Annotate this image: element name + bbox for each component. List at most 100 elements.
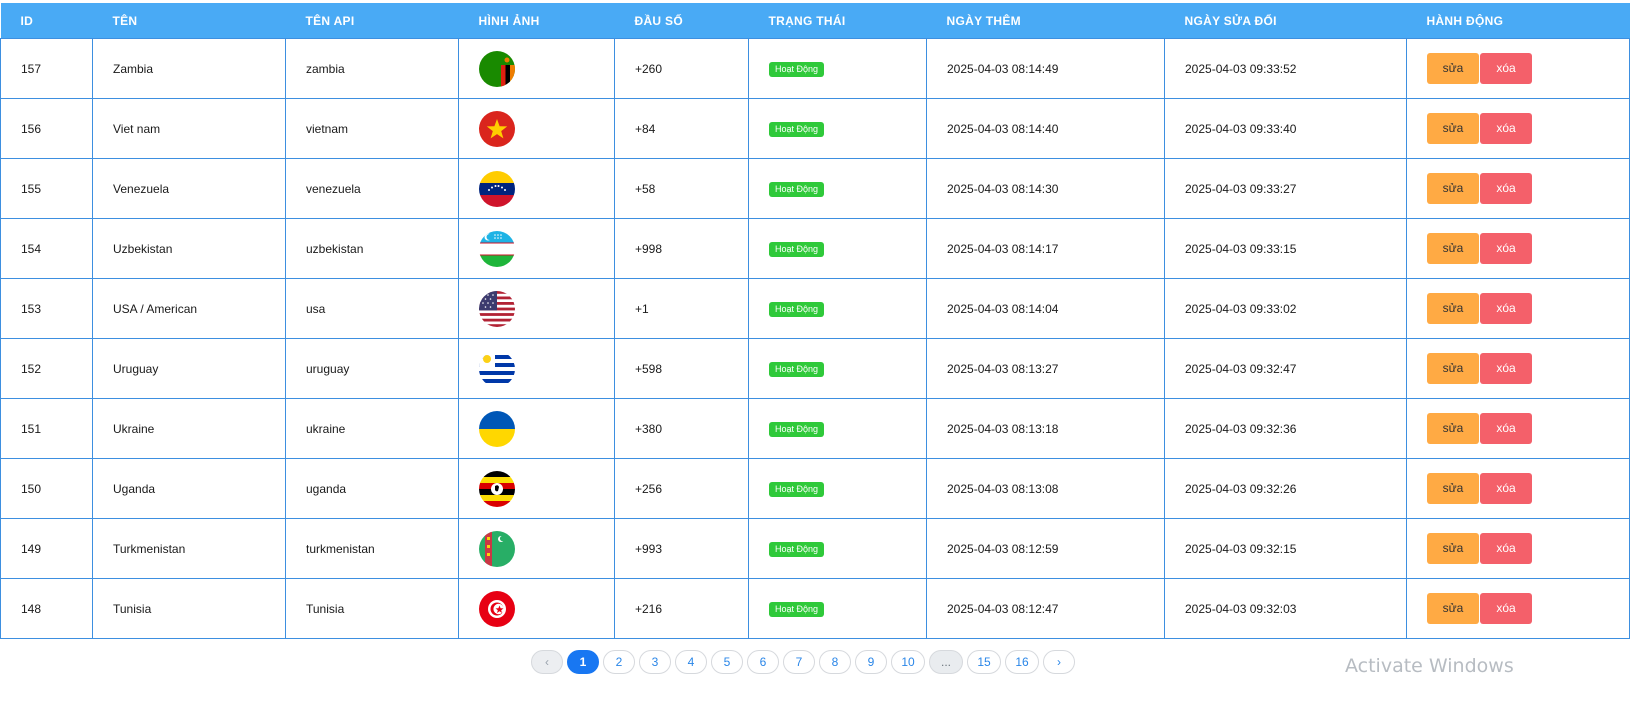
row-name: USA / American bbox=[113, 301, 198, 316]
delete-button[interactable]: xóa bbox=[1480, 413, 1532, 444]
row-api-name: zambia bbox=[306, 61, 345, 76]
cell-api: ukraine bbox=[285, 398, 459, 459]
cell-image bbox=[458, 338, 615, 399]
cell-created: 2025-04-03 08:13:27 bbox=[926, 338, 1165, 399]
cell-id: 151 bbox=[0, 398, 93, 459]
cell-actions: sửa xóa bbox=[1406, 218, 1630, 279]
edit-button[interactable]: sửa bbox=[1427, 593, 1479, 624]
pagination-page-8[interactable]: 8 bbox=[819, 650, 851, 674]
pagination-page-4[interactable]: 4 bbox=[675, 650, 707, 674]
row-created-date: 2025-04-03 08:13:27 bbox=[947, 361, 1059, 376]
cell-actions: sửa xóa bbox=[1406, 38, 1630, 99]
delete-button[interactable]: xóa bbox=[1480, 533, 1532, 564]
delete-button[interactable]: xóa bbox=[1480, 293, 1532, 324]
row-prefix: +256 bbox=[635, 481, 663, 496]
row-name: Venezuela bbox=[113, 181, 170, 196]
row-name: Ukraine bbox=[113, 421, 155, 436]
cell-image bbox=[458, 518, 615, 579]
cell-created: 2025-04-03 08:13:18 bbox=[926, 398, 1165, 459]
pagination-prev-button[interactable]: ‹ bbox=[531, 650, 563, 674]
pagination-page-5[interactable]: 5 bbox=[711, 650, 743, 674]
edit-button[interactable]: sửa bbox=[1427, 53, 1479, 84]
row-created-date: 2025-04-03 08:12:59 bbox=[947, 541, 1059, 556]
row-id: 150 bbox=[21, 481, 42, 496]
cell-status: Hoạt Động bbox=[748, 158, 927, 219]
cell-name: Ukraine bbox=[92, 398, 286, 459]
edit-button[interactable]: sửa bbox=[1427, 533, 1479, 564]
row-prefix: +58 bbox=[635, 181, 656, 196]
cell-updated: 2025-04-03 09:33:27 bbox=[1164, 158, 1407, 219]
windows-activation-watermark: Activate Windows bbox=[1345, 655, 1514, 677]
cell-prefix: +1 bbox=[614, 278, 749, 339]
edit-button[interactable]: sửa bbox=[1427, 353, 1479, 384]
row-updated-date: 2025-04-03 09:33:52 bbox=[1185, 61, 1297, 76]
pagination-page-10[interactable]: 10 bbox=[891, 650, 925, 674]
row-api-name: ukraine bbox=[306, 421, 346, 436]
table-row: 152 Uruguay uruguay +598 Hoạt Động 2025-04-03… bbox=[0, 338, 1630, 399]
delete-button[interactable]: xóa bbox=[1480, 233, 1532, 264]
row-updated-date: 2025-04-03 09:33:40 bbox=[1185, 121, 1297, 136]
delete-button[interactable]: xóa bbox=[1480, 53, 1532, 84]
header-updated: NGÀY SỬA ĐỔI bbox=[1164, 3, 1407, 39]
ukraine-flag-icon bbox=[479, 410, 515, 447]
row-created-date: 2025-04-03 08:14:04 bbox=[947, 301, 1059, 316]
edit-button[interactable]: sửa bbox=[1427, 293, 1479, 324]
cell-prefix: +58 bbox=[614, 158, 749, 219]
row-name: Uzbekistan bbox=[113, 241, 173, 256]
cell-id: 149 bbox=[0, 518, 93, 579]
pagination-page-16[interactable]: 16 bbox=[1005, 650, 1039, 674]
pagination-next-button[interactable]: › bbox=[1043, 650, 1075, 674]
cell-status: Hoạt Động bbox=[748, 398, 927, 459]
row-prefix: +1 bbox=[635, 301, 649, 316]
cell-name: Uzbekistan bbox=[92, 218, 286, 279]
pagination-page-7[interactable]: 7 bbox=[783, 650, 815, 674]
table-row: 148 Tunisia Tunisia +216 Hoạt Động 2025-04-03… bbox=[0, 578, 1630, 639]
edit-button[interactable]: sửa bbox=[1427, 413, 1479, 444]
turkmenistan-flag-icon bbox=[479, 530, 515, 567]
pagination-page-9[interactable]: 9 bbox=[855, 650, 887, 674]
pagination-page-1[interactable]: 1 bbox=[567, 650, 599, 674]
table-row: 157 Zambia zambia +260 Hoạt Động 2025-04-03 0… bbox=[0, 38, 1630, 99]
row-id: 153 bbox=[21, 301, 42, 316]
cell-image bbox=[458, 158, 615, 219]
table-row: 154 Uzbekistan uzbekistan +998 Hoạt Động 2025… bbox=[0, 218, 1630, 279]
header-actions: HÀNH ĐỘNG bbox=[1406, 3, 1630, 39]
status-badge: Hoạt Động bbox=[769, 541, 825, 557]
cell-image bbox=[458, 98, 615, 159]
row-updated-date: 2025-04-03 09:33:15 bbox=[1185, 241, 1297, 256]
row-name: Tunisia bbox=[113, 601, 152, 616]
countries-table: ID TÊN TÊN API HÌNH ẢNH ĐẦU SỐ TRẠNG THÁ… bbox=[0, 3, 1630, 639]
row-prefix: +216 bbox=[635, 601, 663, 616]
pagination-page-3[interactable]: 3 bbox=[639, 650, 671, 674]
cell-status: Hoạt Động bbox=[748, 98, 927, 159]
cell-api: zambia bbox=[285, 38, 459, 99]
pagination-page-6[interactable]: 6 bbox=[747, 650, 779, 674]
status-badge: Hoạt Động bbox=[769, 301, 825, 317]
edit-button[interactable]: sửa bbox=[1427, 473, 1479, 504]
status-badge: Hoạt Động bbox=[769, 421, 825, 437]
delete-button[interactable]: xóa bbox=[1480, 173, 1532, 204]
edit-button[interactable]: sửa bbox=[1427, 233, 1479, 264]
cell-actions: sửa xóa bbox=[1406, 158, 1630, 219]
cell-name: USA / American bbox=[92, 278, 286, 339]
header-api-name: TÊN API bbox=[285, 3, 459, 39]
row-created-date: 2025-04-03 08:14:30 bbox=[947, 181, 1059, 196]
status-badge: Hoạt Động bbox=[769, 241, 825, 257]
edit-button[interactable]: sửa bbox=[1427, 113, 1479, 144]
edit-button[interactable]: sửa bbox=[1427, 173, 1479, 204]
pagination-page-15[interactable]: 15 bbox=[967, 650, 1001, 674]
table-header-row: ID TÊN TÊN API HÌNH ẢNH ĐẦU SỐ TRẠNG THÁ… bbox=[0, 3, 1630, 39]
delete-button[interactable]: xóa bbox=[1480, 473, 1532, 504]
cell-id: 156 bbox=[0, 98, 93, 159]
row-name: Uganda bbox=[113, 481, 156, 496]
cell-status: Hoạt Động bbox=[748, 458, 927, 519]
cell-api: Tunisia bbox=[285, 578, 459, 639]
row-name: Viet nam bbox=[113, 121, 161, 136]
cell-prefix: +380 bbox=[614, 398, 749, 459]
pagination-page-2[interactable]: 2 bbox=[603, 650, 635, 674]
delete-button[interactable]: xóa bbox=[1480, 593, 1532, 624]
cell-actions: sửa xóa bbox=[1406, 578, 1630, 639]
delete-button[interactable]: xóa bbox=[1480, 113, 1532, 144]
pagination: ‹ 1 2 3 4 5 6 7 8 9 10 ... 15 16 › bbox=[531, 650, 1075, 674]
delete-button[interactable]: xóa bbox=[1480, 353, 1532, 384]
